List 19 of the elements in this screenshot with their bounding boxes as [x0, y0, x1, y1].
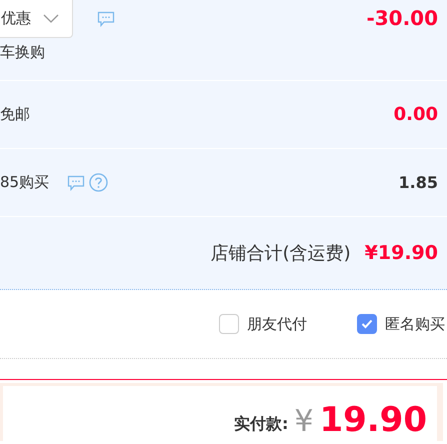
discount-dropdown[interactable]: 优惠 [0, 0, 73, 38]
shop-total-label: 店铺合计(含运费) [210, 242, 351, 265]
option-checkbox[interactable]: 朋友代付 [219, 314, 307, 334]
message-icon[interactable] [97, 11, 115, 27]
shipping-label: 免邮 [0, 105, 30, 124]
message-icon[interactable] [67, 174, 86, 190]
payment-amount: 19.90 [319, 403, 427, 437]
currency-sign: ¥ [294, 407, 314, 437]
help-icon[interactable] [89, 173, 108, 192]
checkmark-icon [361, 319, 373, 329]
payment-label: 实付款: [234, 414, 288, 435]
discount-note: 车换购 [0, 43, 46, 62]
extra-amount: 1.85 [398, 173, 438, 192]
option-checkbox[interactable]: 匿名购买 [357, 314, 445, 334]
shop-total-amount: ¥19.90 [364, 242, 438, 264]
chevron-down-icon [43, 14, 59, 24]
extra-label: 85购买 [0, 173, 50, 192]
discount-amount: -30.00 [366, 6, 438, 30]
shipping-amount: 0.00 [394, 104, 438, 125]
